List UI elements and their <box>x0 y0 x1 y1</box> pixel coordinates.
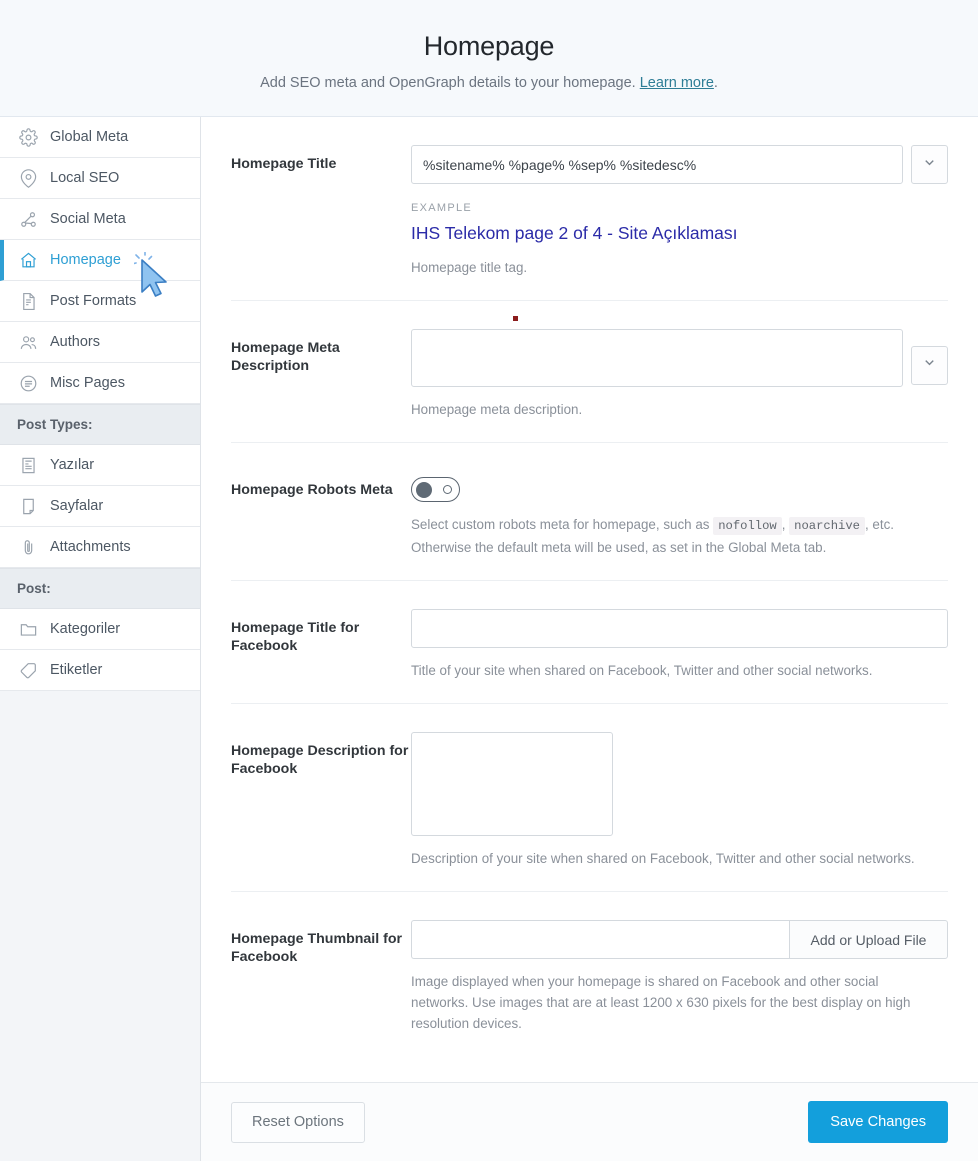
sidebar-item-label: Kategoriler <box>50 621 121 637</box>
homepage-title-dropdown-button[interactable] <box>911 145 948 184</box>
sidebar-item-kategoriler[interactable]: Kategoriler <box>0 609 200 650</box>
field-label: Homepage Meta Description <box>231 340 340 374</box>
share-nodes-icon <box>17 208 39 230</box>
field-help: Image displayed when your homepage is sh… <box>411 974 911 1031</box>
field-label: Homepage Robots Meta <box>231 482 393 498</box>
sidebar-item-sayfalar[interactable]: Sayfalar <box>0 486 200 527</box>
field-body: Add or Upload File Image displayed when … <box>411 920 948 1034</box>
sidebar-item-label: Sayfalar <box>50 498 104 514</box>
sidebar-item-label: Attachments <box>50 539 131 555</box>
toggle-knob-icon <box>416 481 432 498</box>
tag-icon <box>17 659 39 681</box>
field-body: Homepage meta description. <box>411 329 948 420</box>
chevron-down-icon <box>922 355 937 375</box>
homepage-description-facebook-textarea[interactable] <box>411 732 613 836</box>
sidebar-item-label: Global Meta <box>50 129 129 145</box>
field-body: Description of your site when shared on … <box>411 732 948 869</box>
row-homepage-title: Homepage Title EXAMPLE IHS Telekom page … <box>231 117 948 301</box>
sidebar-item-yazilar[interactable]: Yazılar <box>0 445 200 486</box>
chevron-down-icon <box>922 155 937 175</box>
settings-page: Homepage Add SEO meta and OpenGraph deta… <box>0 0 978 1161</box>
homepage-title-facebook-input[interactable] <box>411 609 948 648</box>
sidebar-item-attachments[interactable]: Attachments <box>0 527 200 568</box>
sidebar-item-etiketler[interactable]: Etiketler <box>0 650 200 691</box>
homepage-meta-description-dropdown-button[interactable] <box>911 345 948 385</box>
save-changes-button[interactable]: Save Changes <box>808 1101 948 1143</box>
field-label: Homepage Title <box>231 156 337 172</box>
list-circle-icon <box>17 372 39 394</box>
page-header: Homepage Add SEO meta and OpenGraph deta… <box>0 0 978 117</box>
page-title: Homepage <box>423 31 555 61</box>
field-body: Title of your site when shared on Facebo… <box>411 609 948 681</box>
field-help: Select custom robots meta for homepage, … <box>411 514 948 558</box>
sidebar-item-label: Misc Pages <box>50 375 125 391</box>
field-label: Homepage Description for Facebook <box>231 743 409 777</box>
page-subtitle: Add SEO meta and OpenGraph details to yo… <box>0 73 978 93</box>
sidebar-item-label: Social Meta <box>50 211 126 227</box>
homepage-meta-description-textarea[interactable] <box>411 329 903 387</box>
home-icon <box>17 249 39 271</box>
reset-options-button[interactable]: Reset Options <box>231 1101 365 1143</box>
sidebar-item-authors[interactable]: Authors <box>0 322 200 363</box>
users-icon <box>17 331 39 353</box>
row-homepage-description-facebook: Homepage Description for Facebook Descri… <box>231 704 948 892</box>
sidebar-item-label: Homepage <box>50 252 121 268</box>
field-help: Description of your site when shared on … <box>411 851 915 866</box>
code-nofollow: nofollow <box>713 517 782 535</box>
form-footer: Reset Options Save Changes <box>201 1082 978 1161</box>
required-dot <box>513 316 518 321</box>
sidebar-item-label: Post Formats <box>50 293 137 309</box>
row-homepage-robots-meta: Homepage Robots Meta Select custom robot… <box>231 443 948 581</box>
field-help: Homepage meta description. <box>411 402 583 417</box>
row-homepage-thumbnail-facebook: Homepage Thumbnail for Facebook Add or U… <box>231 892 948 1056</box>
folder-icon <box>17 618 39 640</box>
field-label: Homepage Title for Facebook <box>231 620 360 654</box>
sidebar-item-label: Yazılar <box>50 457 95 473</box>
learn-more-link[interactable]: Learn more <box>640 75 714 91</box>
sidebar-item-social-meta[interactable]: Social Meta <box>0 199 200 240</box>
sidebar-item-label: Local SEO <box>50 170 120 186</box>
field-label: Homepage Thumbnail for Facebook <box>231 931 403 965</box>
page-subtitle-text: Add SEO meta and OpenGraph details to yo… <box>260 75 640 91</box>
sidebar-item-local-seo[interactable]: Local SEO <box>0 158 200 199</box>
sidebar-filler <box>0 691 200 1111</box>
map-pin-icon <box>17 167 39 189</box>
main-panel: Homepage Title EXAMPLE IHS Telekom page … <box>201 117 978 1161</box>
sidebar-group-post-types: Post Types: <box>0 404 200 445</box>
settings-rows: Homepage Title EXAMPLE IHS Telekom page … <box>201 117 978 1082</box>
sidebar-item-global-meta[interactable]: Global Meta <box>0 117 200 158</box>
paperclip-icon <box>17 536 39 558</box>
article-icon <box>17 454 39 476</box>
page-subtitle-suffix: . <box>713 75 718 91</box>
field-help: Homepage title tag. <box>411 260 528 275</box>
sidebar-item-label: Authors <box>50 334 100 350</box>
homepage-thumbnail-facebook-input[interactable] <box>411 920 789 959</box>
sidebar-group-post: Post: <box>0 568 200 609</box>
sidebar-item-post-formats[interactable]: Post Formats <box>0 281 200 322</box>
field-help: Title of your site when shared on Facebo… <box>411 663 873 678</box>
help-text-part1: Select custom robots meta for homepage, … <box>411 517 714 532</box>
example-title-preview: IHS Telekom page 2 of 4 - Site Açıklamas… <box>411 223 738 243</box>
document-icon <box>17 290 39 312</box>
code-noarchive: noarchive <box>789 517 865 535</box>
sidebar-item-misc-pages[interactable]: Misc Pages <box>0 363 200 404</box>
sidebar-item-homepage[interactable]: Homepage <box>0 240 200 281</box>
homepage-robots-meta-toggle[interactable] <box>411 477 460 502</box>
homepage-title-input[interactable] <box>411 145 903 184</box>
example-label: EXAMPLE <box>411 202 473 214</box>
toggle-off-icon <box>443 485 452 494</box>
sidebar-item-label: Etiketler <box>50 662 103 678</box>
page-body: Global Meta Local SEO Social Meta Homepa… <box>0 117 978 1161</box>
page-icon <box>17 495 39 517</box>
field-body: EXAMPLE IHS Telekom page 2 of 4 - Site A… <box>411 145 948 278</box>
add-or-upload-file-button[interactable]: Add or Upload File <box>789 920 948 959</box>
row-homepage-meta-description: Homepage Meta Description Homepage meta … <box>231 301 948 443</box>
gear-icon <box>17 126 39 148</box>
row-homepage-title-facebook: Homepage Title for Facebook Title of you… <box>231 581 948 704</box>
sidebar: Global Meta Local SEO Social Meta Homepa… <box>0 117 201 1161</box>
field-body: Select custom robots meta for homepage, … <box>411 471 948 558</box>
